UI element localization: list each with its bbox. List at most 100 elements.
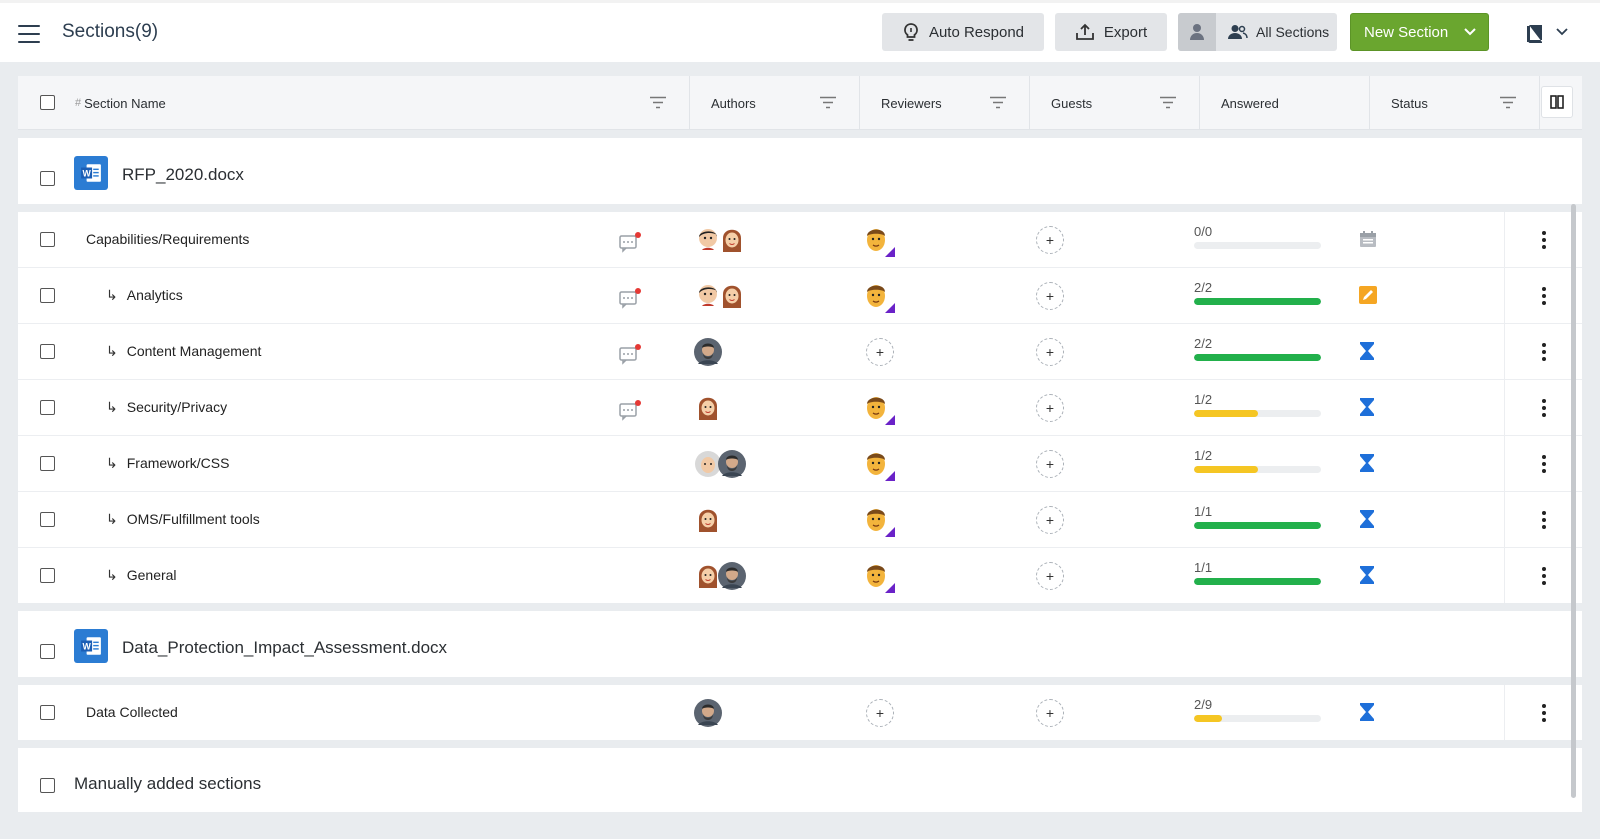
word-doc-icon: W bbox=[74, 629, 108, 663]
manual-sections-checkbox[interactable] bbox=[40, 778, 55, 793]
reviewer-avatar[interactable] bbox=[861, 225, 895, 257]
table-row[interactable]: ↳ Security/Privacy + 1/2 bbox=[18, 380, 1582, 436]
author-avatar[interactable] bbox=[718, 562, 746, 590]
menu-icon[interactable] bbox=[18, 25, 40, 43]
add-guest-button[interactable]: + bbox=[1036, 562, 1064, 590]
comment-icon[interactable] bbox=[619, 231, 643, 258]
section-name[interactable]: ↳ Security/Privacy bbox=[106, 399, 227, 416]
authors-cell[interactable] bbox=[694, 394, 718, 422]
row-checkbox[interactable] bbox=[40, 344, 55, 359]
child-arrow-icon: ↳ bbox=[106, 343, 118, 359]
status-cell[interactable] bbox=[1359, 286, 1377, 309]
all-sections-button[interactable]: All Sections bbox=[1178, 13, 1337, 51]
select-all-checkbox[interactable] bbox=[40, 95, 55, 110]
author-avatar[interactable] bbox=[694, 506, 722, 534]
author-avatar[interactable] bbox=[718, 226, 746, 254]
filter-icon[interactable] bbox=[819, 96, 837, 109]
row-checkbox[interactable] bbox=[40, 232, 55, 247]
section-name[interactable]: ↳ Content Management bbox=[106, 343, 261, 360]
row-checkbox[interactable] bbox=[40, 512, 55, 527]
status-cell[interactable] bbox=[1359, 342, 1375, 365]
author-avatar[interactable] bbox=[694, 394, 722, 422]
status-cell[interactable] bbox=[1359, 454, 1375, 477]
author-avatar[interactable] bbox=[694, 338, 722, 366]
authors-cell[interactable] bbox=[694, 562, 746, 590]
file-name: RFP_2020.docx bbox=[122, 165, 244, 184]
author-avatar[interactable] bbox=[694, 699, 722, 727]
table-row[interactable]: ↳ OMS/Fulfillment tools + 1/1 bbox=[18, 492, 1582, 548]
add-guest-button[interactable]: + bbox=[1036, 506, 1064, 534]
authors-cell[interactable] bbox=[694, 338, 722, 366]
row-checkbox[interactable] bbox=[40, 456, 55, 471]
progress-bar bbox=[1194, 354, 1321, 361]
comment-icon[interactable] bbox=[619, 343, 643, 370]
reviewer-avatar[interactable] bbox=[861, 561, 895, 593]
file-group-row[interactable]: W Data_Protection_Impact_Assessment.docx bbox=[18, 611, 1582, 677]
filter-icon[interactable] bbox=[1499, 96, 1517, 109]
child-arrow-icon: ↳ bbox=[106, 399, 118, 415]
file-checkbox[interactable] bbox=[40, 171, 55, 186]
add-guest-button[interactable]: + bbox=[1036, 699, 1064, 727]
filter-icon[interactable] bbox=[989, 96, 1007, 109]
authors-cell[interactable] bbox=[694, 450, 746, 478]
reviewer-avatar[interactable] bbox=[861, 449, 895, 481]
add-guest-button[interactable]: + bbox=[1036, 338, 1064, 366]
authors-cell[interactable] bbox=[694, 699, 722, 727]
authors-cell[interactable] bbox=[694, 506, 718, 534]
section-name[interactable]: ↳ General bbox=[106, 567, 177, 584]
add-reviewer-button[interactable]: + bbox=[866, 338, 894, 366]
author-avatar[interactable] bbox=[718, 282, 746, 310]
row-checkbox[interactable] bbox=[40, 400, 55, 415]
status-cell[interactable] bbox=[1359, 566, 1375, 589]
book-icon[interactable] bbox=[1527, 25, 1542, 43]
add-guest-button[interactable]: + bbox=[1036, 450, 1064, 478]
filter-icon[interactable] bbox=[649, 96, 667, 109]
row-checkbox[interactable] bbox=[40, 705, 55, 720]
manual-sections-row[interactable]: Manually added sections bbox=[18, 748, 1582, 812]
add-guest-button[interactable]: + bbox=[1036, 394, 1064, 422]
author-avatar[interactable] bbox=[718, 450, 746, 478]
comment-icon[interactable] bbox=[619, 399, 643, 426]
section-name-text: OMS/Fulfillment tools bbox=[126, 511, 260, 527]
reviewer-avatar[interactable] bbox=[861, 281, 895, 313]
authors-cell[interactable] bbox=[694, 226, 742, 254]
file-group-row[interactable]: W RFP_2020.docx bbox=[18, 138, 1582, 204]
filter-icon[interactable] bbox=[1159, 96, 1177, 109]
word-doc-icon: W bbox=[74, 156, 108, 190]
section-name[interactable]: Capabilities/Requirements bbox=[86, 231, 249, 247]
row-checkbox[interactable] bbox=[40, 288, 55, 303]
hourglass-icon bbox=[1360, 510, 1374, 528]
reviewer-avatar[interactable] bbox=[861, 505, 895, 537]
export-button[interactable]: Export bbox=[1055, 13, 1167, 51]
table-row[interactable]: ↳ General + 1/1 bbox=[18, 548, 1582, 604]
table-row[interactable]: ↳ Content Management + 2/2 + bbox=[18, 324, 1582, 380]
chevron-down-icon[interactable] bbox=[1464, 28, 1476, 36]
reviewer-avatar[interactable] bbox=[861, 393, 895, 425]
add-guest-button[interactable]: + bbox=[1036, 226, 1064, 254]
table-row[interactable]: ↳ Analytics + 2/2 bbox=[18, 268, 1582, 324]
section-name[interactable]: ↳ Analytics bbox=[106, 287, 183, 304]
file-checkbox[interactable] bbox=[40, 644, 55, 659]
add-guest-button[interactable]: + bbox=[1036, 282, 1064, 310]
column-settings-button[interactable] bbox=[1541, 86, 1573, 118]
table-row[interactable]: Data Collected + 2/9 + bbox=[18, 685, 1582, 741]
scrollbar[interactable] bbox=[1571, 204, 1576, 798]
new-section-button[interactable]: New Section bbox=[1350, 13, 1489, 51]
status-cell[interactable] bbox=[1359, 230, 1377, 253]
status-cell[interactable] bbox=[1359, 703, 1375, 726]
table-row[interactable]: Capabilities/Requirements + 0/0 bbox=[18, 212, 1582, 268]
section-name-text: Security/Privacy bbox=[126, 399, 228, 415]
status-cell[interactable] bbox=[1359, 398, 1375, 421]
table-row[interactable]: ↳ Framework/CSS + 1/2 bbox=[18, 436, 1582, 492]
add-reviewer-button[interactable]: + bbox=[866, 699, 894, 727]
auto-respond-button[interactable]: Auto Respond bbox=[882, 13, 1044, 51]
comment-icon[interactable] bbox=[619, 287, 643, 314]
section-name[interactable]: ↳ Framework/CSS bbox=[106, 455, 229, 472]
authors-cell[interactable] bbox=[694, 282, 742, 310]
chevron-down-icon[interactable] bbox=[1556, 28, 1568, 36]
section-name[interactable]: ↳ OMS/Fulfillment tools bbox=[106, 511, 260, 528]
status-cell[interactable] bbox=[1359, 510, 1375, 533]
section-name[interactable]: Data Collected bbox=[86, 704, 178, 720]
column-reviewers: Reviewers bbox=[860, 76, 1030, 130]
row-checkbox[interactable] bbox=[40, 568, 55, 583]
